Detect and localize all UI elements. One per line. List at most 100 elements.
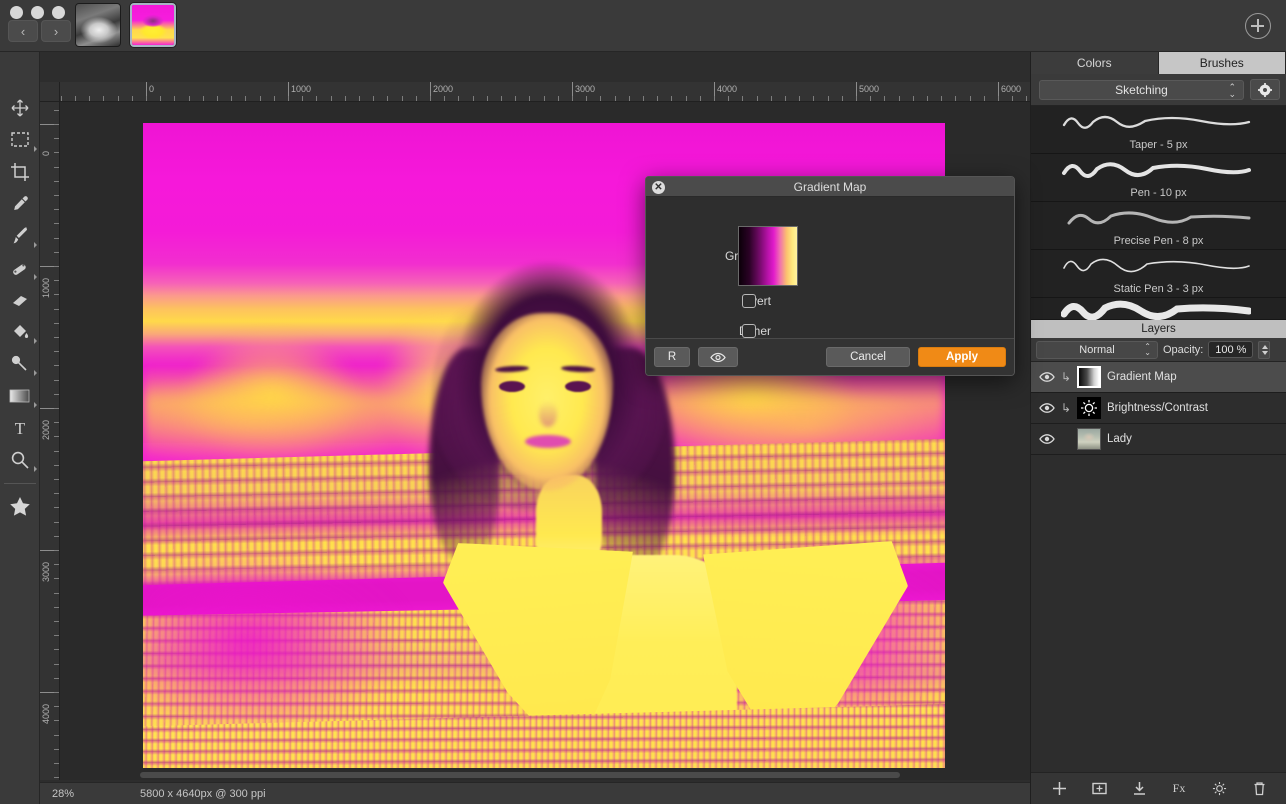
dialog-title-bar[interactable]: ✕ Gradient Map <box>646 177 1014 197</box>
photo-nose <box>539 401 557 427</box>
stepper-down-icon[interactable] <box>1262 351 1268 355</box>
close-icon[interactable]: ✕ <box>652 181 665 194</box>
opacity-label: Opacity: <box>1163 344 1203 356</box>
layer-name: Lady <box>1107 433 1132 445</box>
merge-down-button[interactable] <box>1130 780 1148 798</box>
document-tab-1[interactable] <box>75 3 121 47</box>
brush-settings-button[interactable] <box>1250 79 1280 100</box>
add-mask-icon <box>1092 781 1107 796</box>
gradient-swatch[interactable] <box>738 226 798 286</box>
favorites-tool[interactable] <box>0 490 40 522</box>
ruler-label: 1000 <box>41 278 51 298</box>
vertical-ruler[interactable]: 01000200030004000 <box>40 102 60 780</box>
document-tab-2-thumbnail <box>132 5 174 45</box>
dialog-title: Gradient Map <box>794 180 867 194</box>
close-window-button[interactable] <box>10 6 23 19</box>
ruler-label: 6000 <box>1001 84 1021 94</box>
ruler-minor-tick <box>331 96 332 101</box>
ruler-minor-tick <box>54 465 59 466</box>
add-layer-button[interactable] <box>1050 780 1068 798</box>
zoom-tool[interactable] <box>0 444 40 476</box>
add-document-button[interactable] <box>1245 13 1271 39</box>
ruler-minor-tick <box>870 96 871 101</box>
reset-button[interactable]: R <box>654 347 690 367</box>
marquee-select-tool[interactable] <box>0 124 40 156</box>
clone-stamp-tool[interactable] <box>0 252 40 284</box>
paint-bucket-tool[interactable] <box>0 316 40 348</box>
zoom-level-value: 28% <box>52 788 122 800</box>
apply-button[interactable]: Apply <box>918 347 1006 367</box>
layer-name: Brightness/Contrast <box>1107 402 1208 414</box>
brush-item-static-pen-3[interactable]: Static Pen 3 - 3 px <box>1031 250 1286 298</box>
nav-forward-button[interactable]: › <box>41 20 71 42</box>
eye-icon[interactable] <box>1039 402 1055 414</box>
gear-icon <box>1258 83 1272 97</box>
ruler-minor-tick <box>54 479 59 480</box>
document-tab-1-thumbnail <box>76 4 120 46</box>
eye-icon[interactable] <box>1039 371 1055 383</box>
gradient-tool[interactable] <box>0 380 40 412</box>
right-panel: Colors Brushes Sketching ⌃⌄ Taper - 5 px… <box>1030 52 1286 804</box>
horizontal-scrollbar[interactable] <box>60 770 1030 780</box>
layer-thumbnail[interactable] <box>1077 397 1101 419</box>
eye-icon[interactable] <box>1039 433 1055 445</box>
layer-thumbnail[interactable] <box>1077 366 1101 388</box>
tab-brushes[interactable]: Brushes <box>1159 52 1286 74</box>
tab-colors[interactable]: Colors <box>1031 52 1159 74</box>
layer-row-brightness-contrast[interactable]: ↳ Brightness/Contrast <box>1031 393 1286 424</box>
ruler-minor-tick <box>288 96 289 101</box>
nav-back-button[interactable]: ‹ <box>8 20 38 42</box>
brush-category-select[interactable]: Sketching ⌃⌄ <box>1039 80 1244 100</box>
dither-checkbox[interactable] <box>742 324 756 338</box>
ruler-minor-tick <box>529 96 530 101</box>
opacity-stepper[interactable] <box>1258 341 1270 359</box>
layer-thumbnail[interactable] <box>1077 428 1101 450</box>
invert-checkbox[interactable] <box>742 294 756 308</box>
brush-preview <box>1061 253 1251 279</box>
ruler-minor-tick <box>54 266 59 267</box>
ruler-minor-tick <box>302 96 303 101</box>
eyedropper-tool[interactable] <box>0 188 40 220</box>
adjustment-button[interactable] <box>1210 780 1228 798</box>
brush-item-partial[interactable] <box>1031 298 1286 320</box>
ruler-minor-tick <box>217 96 218 101</box>
move-tool[interactable] <box>0 92 40 124</box>
gradient-map-dialog[interactable]: ✕ Gradient Map Gradient Invert Dither R … <box>645 176 1015 376</box>
horizontal-ruler[interactable]: 0100020003000400050006000 <box>60 82 1030 102</box>
ruler-minor-tick <box>728 96 729 101</box>
eye-icon <box>710 352 726 363</box>
minimize-window-button[interactable] <box>31 6 44 19</box>
ruler-minor-tick <box>572 96 573 101</box>
smudge-submenu-arrow <box>34 370 37 376</box>
delete-layer-button[interactable] <box>1250 780 1268 798</box>
brush-item-precise-pen[interactable]: Precise Pen - 8 px <box>1031 202 1286 250</box>
brush-list[interactable]: Taper - 5 px Pen - 10 px Precise Pen - 8… <box>1031 106 1286 320</box>
preview-button[interactable] <box>698 347 738 367</box>
photo-mouth <box>525 435 571 448</box>
window-controls <box>10 6 65 19</box>
ruler-minor-tick <box>103 96 104 101</box>
brush-item-taper[interactable]: Taper - 5 px <box>1031 106 1286 154</box>
maximize-window-button[interactable] <box>52 6 65 19</box>
cancel-button[interactable]: Cancel <box>826 347 910 367</box>
document-tab-2[interactable] <box>130 3 176 47</box>
fx-button[interactable]: Fx <box>1170 780 1188 798</box>
ruler-minor-tick <box>54 621 59 622</box>
paintbrush-tool[interactable] <box>0 220 40 252</box>
eraser-tool[interactable] <box>0 284 40 316</box>
ruler-minor-tick <box>54 649 59 650</box>
smudge-tool[interactable] <box>0 348 40 380</box>
ruler-minor-tick <box>487 96 488 101</box>
layer-row-gradient-map[interactable]: ↳ Gradient Map <box>1031 362 1286 393</box>
stepper-up-icon[interactable] <box>1262 345 1268 349</box>
horizontal-scrollbar-thumb[interactable] <box>140 772 900 778</box>
brush-item-pen[interactable]: Pen - 10 px <box>1031 154 1286 202</box>
blend-mode-select[interactable]: Normal ⌃⌄ <box>1036 341 1158 359</box>
layer-row-lady[interactable]: Lady <box>1031 424 1286 455</box>
ruler-minor-tick <box>54 323 59 324</box>
text-tool[interactable]: T <box>0 412 40 444</box>
ruler-minor-tick <box>856 96 857 101</box>
opacity-input[interactable]: 100 % <box>1208 341 1253 358</box>
crop-tool[interactable] <box>0 156 40 188</box>
add-mask-button[interactable] <box>1090 780 1108 798</box>
